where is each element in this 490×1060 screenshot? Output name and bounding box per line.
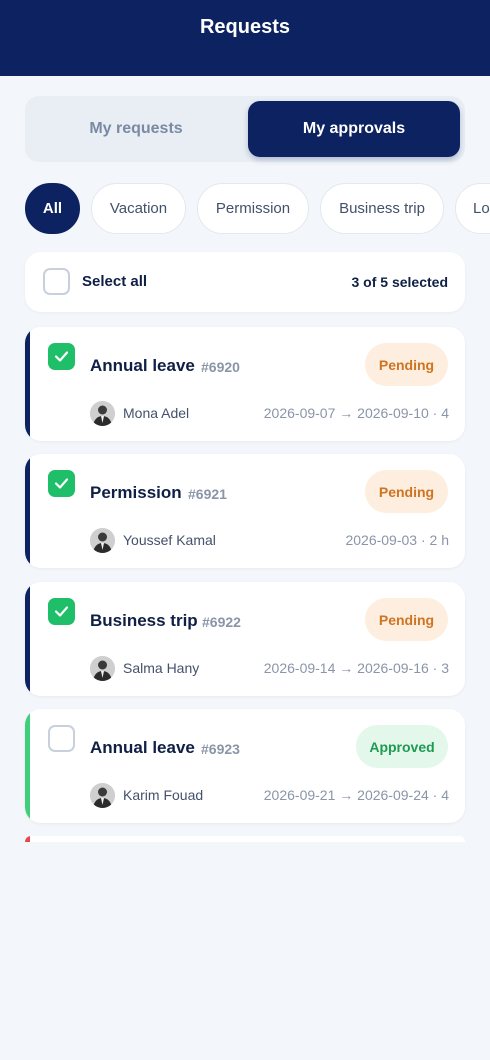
- request-card[interactable]: Annual leave #6920 Pending Mona Adel 202…: [25, 327, 465, 441]
- tab-my-requests[interactable]: My requests: [30, 101, 242, 157]
- request-checkbox[interactable]: [48, 470, 75, 497]
- select-all-checkbox[interactable]: [43, 268, 70, 295]
- status-badge: Pending: [365, 343, 448, 386]
- checkmark-icon: [54, 478, 69, 489]
- select-all-label: Select all: [82, 273, 148, 290]
- request-dates: 2026-09-03 · 2 h: [345, 532, 449, 548]
- employee-name: Mona Adel: [123, 405, 190, 421]
- request-id: #6920: [201, 359, 240, 375]
- request-type: Annual leave: [90, 356, 195, 375]
- status-badge: Approved: [356, 725, 448, 768]
- request-dates: 2026-09-21 → 2026-09-24 · 4: [263, 787, 449, 803]
- request-card[interactable]: Annual leave #6923 Approved Karim Fouad …: [25, 709, 465, 823]
- select-all-bar: Select all 3 of 5 selected: [25, 252, 465, 312]
- request-card-partial[interactable]: [25, 836, 465, 842]
- request-type: Annual leave: [90, 738, 195, 757]
- avatar-icon: [90, 783, 115, 808]
- employee-name: Youssef Kamal: [123, 532, 216, 548]
- checkmark-icon: [54, 351, 69, 362]
- request-checkbox[interactable]: [48, 598, 75, 625]
- checkmark-icon: [54, 606, 69, 617]
- filter-chip-business-trip[interactable]: Business trip: [320, 183, 444, 234]
- filter-chip-vacation[interactable]: Vacation: [91, 183, 186, 234]
- filter-chips: All Vacation Permission Business trip Lo: [25, 183, 490, 236]
- employee-name: Salma Hany: [123, 660, 200, 676]
- request-id: #6922: [202, 614, 241, 630]
- selected-count: 3 of 5 selected: [351, 274, 449, 290]
- request-type: Business trip: [90, 611, 198, 630]
- request-id: #6921: [188, 486, 227, 502]
- request-id: #6923: [201, 741, 240, 757]
- filter-chip-permission[interactable]: Permission: [197, 183, 309, 234]
- card-accent: [25, 582, 30, 696]
- segmented-control: My requests My approvals: [25, 96, 465, 162]
- card-accent: [25, 454, 30, 568]
- filter-chip-lo[interactable]: Lo: [455, 183, 490, 234]
- status-badge: Pending: [365, 470, 448, 513]
- card-accent: [25, 327, 30, 441]
- card-accent: [25, 709, 30, 823]
- request-type: Permission: [90, 483, 182, 502]
- request-card[interactable]: Business trip #6922 Pending Salma Hany 2…: [25, 582, 465, 696]
- page-title: Requests: [199, 16, 291, 38]
- request-dates: 2026-09-14 → 2026-09-16 · 3: [263, 660, 449, 676]
- card-accent: [25, 836, 30, 842]
- request-card[interactable]: Permission #6921 Pending Youssef Kamal 2…: [25, 454, 465, 568]
- request-checkbox[interactable]: [48, 725, 75, 752]
- employee-name: Karim Fouad: [123, 787, 204, 803]
- tab-my-approvals[interactable]: My approvals: [248, 101, 460, 157]
- avatar-icon: [90, 656, 115, 681]
- filter-chip-all[interactable]: All: [25, 183, 80, 234]
- request-checkbox[interactable]: [48, 343, 75, 370]
- app-header: Requests: [0, 0, 490, 76]
- avatar-icon: [90, 401, 115, 426]
- status-badge: Pending: [365, 598, 448, 641]
- request-dates: 2026-09-07 → 2026-09-10 · 4: [263, 405, 449, 421]
- avatar-icon: [90, 528, 115, 553]
